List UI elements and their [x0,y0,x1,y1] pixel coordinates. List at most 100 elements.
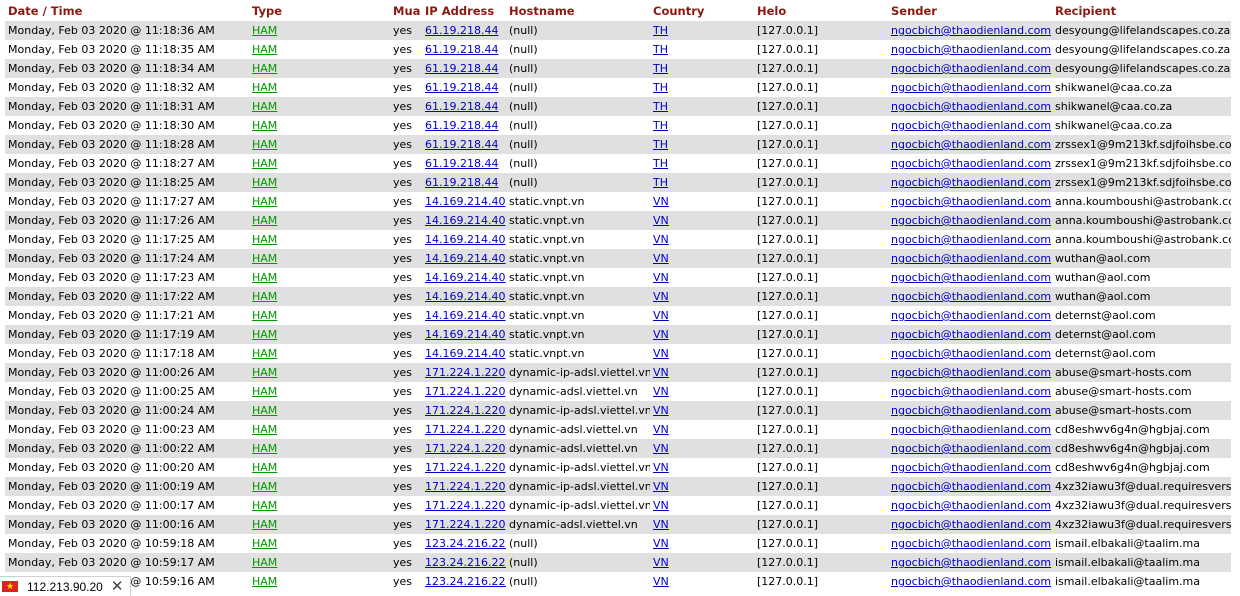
sender-link[interactable]: ngocbich@thaodienland.com [891,575,1051,588]
type-link[interactable]: HAM [252,233,277,246]
sender-link[interactable]: ngocbich@thaodienland.com [891,404,1051,417]
ip-link[interactable]: 171.224.1.220 [425,480,505,493]
ip-link[interactable]: 171.224.1.220 [425,461,505,474]
sender-link[interactable]: ngocbich@thaodienland.com [891,176,1051,189]
header-country[interactable]: Country [650,0,754,21]
header-mua[interactable]: Mua [390,0,422,21]
type-link[interactable]: HAM [252,575,277,588]
ip-link[interactable]: 14.169.214.40 [425,252,505,265]
type-link[interactable]: HAM [252,195,277,208]
type-link[interactable]: HAM [252,24,277,37]
ip-link[interactable]: 61.19.218.44 [425,157,498,170]
country-link[interactable]: TH [653,62,668,75]
country-link[interactable]: VN [653,252,669,265]
sender-link[interactable]: ngocbich@thaodienland.com [891,233,1051,246]
ip-link[interactable]: 14.169.214.40 [425,195,505,208]
header-recipient[interactable]: Recipient [1052,0,1231,21]
ip-link[interactable]: 171.224.1.220 [425,366,505,379]
header-date[interactable]: Date / Time [5,0,249,21]
country-link[interactable]: TH [653,100,668,113]
country-link[interactable]: VN [653,461,669,474]
country-link[interactable]: VN [653,442,669,455]
type-link[interactable]: HAM [252,347,277,360]
sender-link[interactable]: ngocbich@thaodienland.com [891,62,1051,75]
type-link[interactable]: HAM [252,328,277,341]
sender-link[interactable]: ngocbich@thaodienland.com [891,385,1051,398]
header-hostname[interactable]: Hostname [506,0,650,21]
sender-link[interactable]: ngocbich@thaodienland.com [891,138,1051,151]
ip-link[interactable]: 61.19.218.44 [425,138,498,151]
country-link[interactable]: VN [653,556,669,569]
country-link[interactable]: TH [653,43,668,56]
sender-link[interactable]: ngocbich@thaodienland.com [891,442,1051,455]
country-link[interactable]: VN [653,347,669,360]
ip-link[interactable]: 61.19.218.44 [425,176,498,189]
type-link[interactable]: HAM [252,62,277,75]
header-sender[interactable]: Sender [888,0,1052,21]
ip-link[interactable]: 171.224.1.220 [425,499,505,512]
sender-link[interactable]: ngocbich@thaodienland.com [891,214,1051,227]
ip-link[interactable]: 171.224.1.220 [425,404,505,417]
ip-link[interactable]: 171.224.1.220 [425,385,505,398]
sender-link[interactable]: ngocbich@thaodienland.com [891,480,1051,493]
sender-link[interactable]: ngocbich@thaodienland.com [891,157,1051,170]
sender-link[interactable]: ngocbich@thaodienland.com [891,252,1051,265]
ip-link[interactable]: 14.169.214.40 [425,214,505,227]
type-link[interactable]: HAM [252,499,277,512]
ip-link[interactable]: 61.19.218.44 [425,100,498,113]
header-type[interactable]: Type [249,0,390,21]
ip-link[interactable]: 61.19.218.44 [425,81,498,94]
type-link[interactable]: HAM [252,252,277,265]
sender-link[interactable]: ngocbich@thaodienland.com [891,290,1051,303]
ip-link[interactable]: 171.224.1.220 [425,518,505,531]
ip-link[interactable]: 61.19.218.44 [425,62,498,75]
sender-link[interactable]: ngocbich@thaodienland.com [891,43,1051,56]
country-link[interactable]: VN [653,233,669,246]
ip-link[interactable]: 123.24.216.221 [425,575,506,588]
sender-link[interactable]: ngocbich@thaodienland.com [891,556,1051,569]
type-link[interactable]: HAM [252,404,277,417]
country-link[interactable]: VN [653,518,669,531]
country-link[interactable]: TH [653,119,668,132]
ip-link[interactable]: 14.169.214.40 [425,271,505,284]
ip-link[interactable]: 61.19.218.44 [425,43,498,56]
country-link[interactable]: VN [653,404,669,417]
country-link[interactable]: VN [653,290,669,303]
type-link[interactable]: HAM [252,461,277,474]
type-link[interactable]: HAM [252,366,277,379]
type-link[interactable]: HAM [252,119,277,132]
type-link[interactable]: HAM [252,271,277,284]
type-link[interactable]: HAM [252,290,277,303]
ip-link[interactable]: 14.169.214.40 [425,233,505,246]
sender-link[interactable]: ngocbich@thaodienland.com [891,366,1051,379]
type-link[interactable]: HAM [252,518,277,531]
ip-link[interactable]: 14.169.214.40 [425,328,505,341]
country-link[interactable]: TH [653,24,668,37]
type-link[interactable]: HAM [252,423,277,436]
sender-link[interactable]: ngocbich@thaodienland.com [891,461,1051,474]
country-link[interactable]: VN [653,499,669,512]
sender-link[interactable]: ngocbich@thaodienland.com [891,195,1051,208]
close-icon[interactable]: ✕ [111,579,124,594]
ip-link[interactable]: 123.24.216.221 [425,556,506,569]
type-link[interactable]: HAM [252,43,277,56]
sender-link[interactable]: ngocbich@thaodienland.com [891,328,1051,341]
ip-link[interactable]: 171.224.1.220 [425,442,505,455]
sender-link[interactable]: ngocbich@thaodienland.com [891,423,1051,436]
type-link[interactable]: HAM [252,214,277,227]
header-ip[interactable]: IP Address [422,0,506,21]
country-link[interactable]: TH [653,157,668,170]
ip-link[interactable]: 61.19.218.44 [425,24,498,37]
sender-link[interactable]: ngocbich@thaodienland.com [891,347,1051,360]
type-link[interactable]: HAM [252,100,277,113]
country-link[interactable]: VN [653,214,669,227]
country-link[interactable]: VN [653,309,669,322]
type-link[interactable]: HAM [252,480,277,493]
type-link[interactable]: HAM [252,442,277,455]
ip-link[interactable]: 61.19.218.44 [425,119,498,132]
country-link[interactable]: VN [653,480,669,493]
type-link[interactable]: HAM [252,81,277,94]
country-link[interactable]: VN [653,271,669,284]
ip-link[interactable]: 123.24.216.221 [425,537,506,550]
ip-link[interactable]: 14.169.214.40 [425,290,505,303]
